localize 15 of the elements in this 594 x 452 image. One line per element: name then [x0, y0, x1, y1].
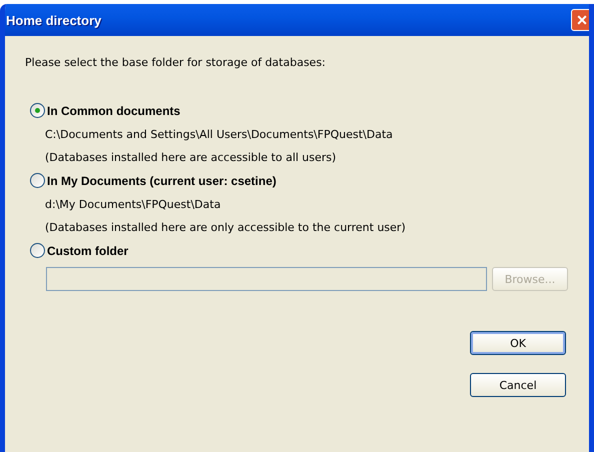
- radio-button[interactable]: [30, 173, 45, 188]
- radio-button[interactable]: [30, 243, 45, 258]
- dialog-button[interactable]: Cancel: [470, 373, 566, 397]
- dialog-button[interactable]: OK: [470, 331, 566, 355]
- option-label[interactable]: Custom folder: [47, 244, 128, 258]
- prompt-text: Please select the base folder for storage of databases:: [25, 56, 327, 69]
- option-description: C:\Documents and Settings\All Users\Documents\FPQuest\Data: [45, 128, 394, 141]
- radio-button[interactable]: [30, 103, 45, 118]
- close-button[interactable]: ×: [571, 9, 589, 31]
- option-label[interactable]: In My Documents (current user: csetine): [47, 174, 276, 188]
- option-label[interactable]: In Common documents: [47, 104, 180, 118]
- window-title: Home directory: [6, 12, 102, 28]
- option-description: (Databases installed here are only accessible to the current user): [45, 221, 406, 234]
- option-description: (Databases installed here are accessible to all users): [45, 151, 338, 164]
- option-description: d:\My Documents\FPQuest\Data: [45, 198, 222, 211]
